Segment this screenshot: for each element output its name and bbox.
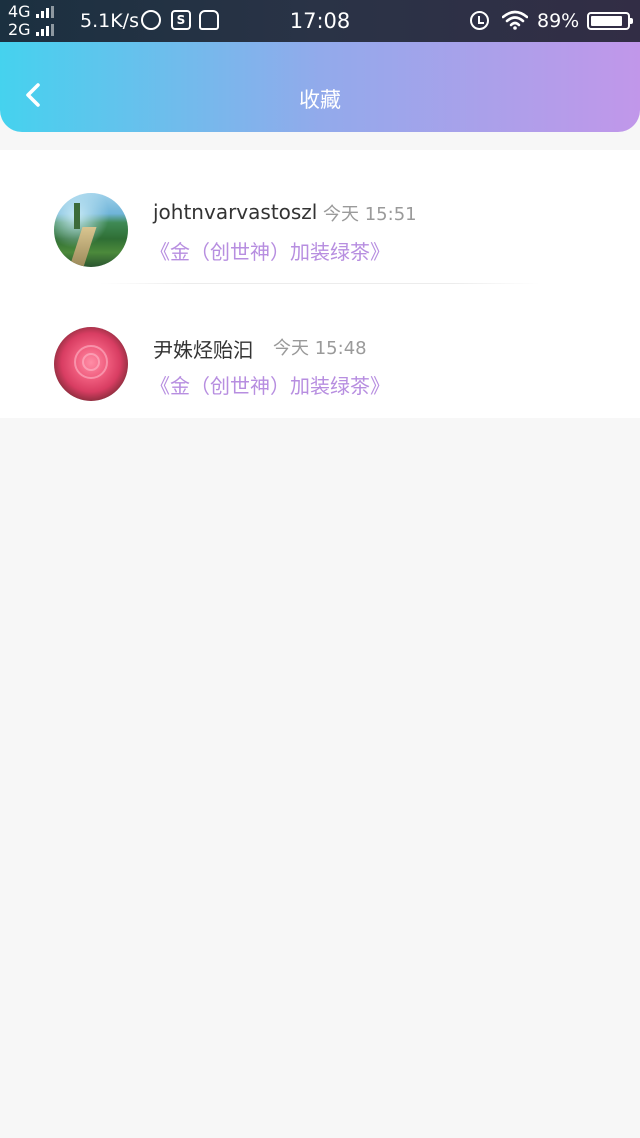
timestamp: 今天 15:48 <box>273 338 367 359</box>
wifi-icon <box>502 10 528 30</box>
list-item[interactable]: 尹姝烃贻汩 今天 15:48 《金（创世神）加装绿茶》 <box>0 284 640 418</box>
user-name: johtnvarvastoszl <box>153 200 318 224</box>
avatar-path-shape <box>69 227 97 267</box>
header: 4G 2G 5.1K/s S 17:08 89% 收藏 <box>0 0 640 132</box>
book-title-link[interactable]: 《金（创世神）加装绿茶》 <box>150 370 390 399</box>
avatar[interactable] <box>54 327 128 401</box>
alarm-icon <box>470 11 489 30</box>
timestamp: 今天 15:51 <box>323 204 417 225</box>
battery-fill <box>591 16 623 26</box>
avatar[interactable] <box>54 193 128 267</box>
favorites-list: johtnvarvastoszl 今天 15:51 《金（创世神）加装绿茶》 尹… <box>0 150 640 418</box>
avatar-petal-shape <box>82 353 100 371</box>
battery-icon <box>587 12 633 30</box>
status-bar: 4G 2G 5.1K/s S 17:08 89% <box>0 0 640 42</box>
list-item[interactable]: johtnvarvastoszl 今天 15:51 《金（创世神）加装绿茶》 <box>0 150 640 284</box>
user-name: 尹姝烃贻汩 <box>153 338 253 362</box>
avatar-tower-shape <box>74 203 80 229</box>
page-title: 收藏 <box>299 88 341 112</box>
book-title-link[interactable]: 《金（创世神）加装绿茶》 <box>150 236 390 265</box>
battery-percent: 89% <box>537 10 580 32</box>
